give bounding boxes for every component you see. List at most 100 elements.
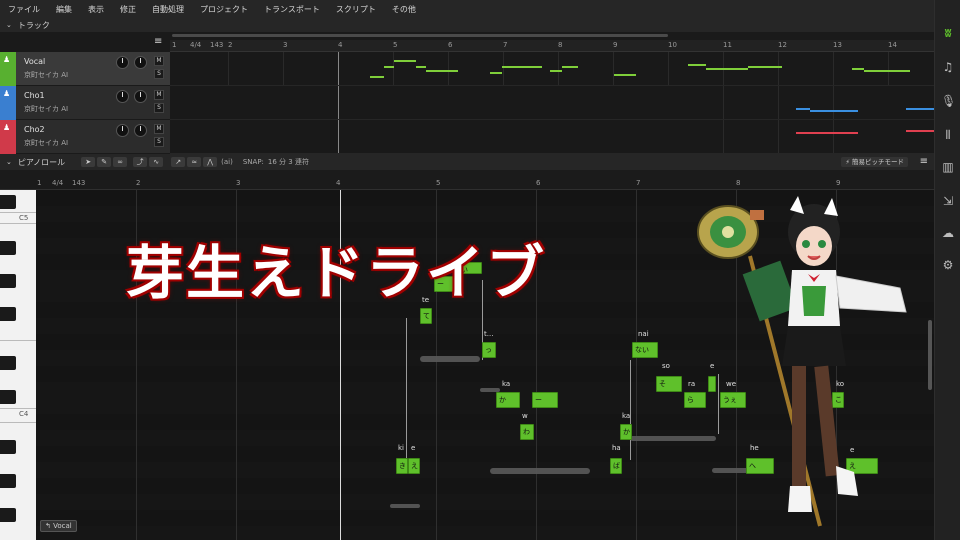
select-tool-icon[interactable]: ➤ — [81, 157, 96, 167]
menu-bar: ファイル 編集 表示 修正 自動処理 プロジェクト トランスポート スクリプト … — [0, 0, 934, 18]
piano-icon[interactable]: ▥ — [941, 160, 955, 174]
note[interactable]: っ — [482, 342, 496, 358]
menu-other[interactable]: その他 — [384, 4, 424, 15]
ruler-mark: 143 — [72, 179, 86, 187]
black-key[interactable] — [0, 274, 16, 288]
black-key[interactable] — [0, 195, 16, 209]
note[interactable]: て — [420, 308, 432, 324]
menu-automation[interactable]: 自動処理 — [144, 4, 192, 15]
track-voice: 京町セイカ AI — [24, 139, 69, 147]
volume-knob[interactable] — [116, 90, 129, 103]
curve-tool-icon[interactable]: ∿ — [149, 157, 164, 167]
pan-knob[interactable] — [134, 124, 147, 137]
note[interactable]: ー — [532, 392, 558, 408]
microphone-icon[interactable]: 🎙 — [941, 94, 956, 108]
track-scrollbar[interactable] — [172, 34, 668, 37]
track-panel: ≡ 1 4/4 143 2 3 4 5 6 7 8 9 10 11 12 13 … — [0, 32, 934, 154]
ruler-mark: 14 — [888, 41, 897, 49]
piano-menu-icon[interactable]: ≡ — [920, 156, 928, 167]
menu-transport[interactable]: トランスポート — [256, 4, 328, 15]
menu-modify[interactable]: 修正 — [112, 4, 144, 15]
menu-edit[interactable]: 編集 — [48, 4, 80, 15]
pitch-mode-button[interactable]: ⚡ 簡易ピッチモード — [841, 157, 908, 167]
snap-select[interactable]: 16 分 3 連符 — [268, 157, 309, 167]
lane-note — [906, 130, 934, 132]
note[interactable]: わ — [520, 424, 534, 440]
ai-label[interactable]: (ai) — [221, 158, 233, 166]
volume-knob[interactable] — [116, 124, 129, 137]
piano-ruler[interactable]: 1 4/4 143 2 3 4 5 6 7 8 9 — [0, 170, 934, 190]
solo-button[interactable]: S — [154, 69, 164, 79]
vibrato-icon[interactable]: ≈ — [187, 157, 202, 167]
pencil-tool-icon[interactable]: ✎ — [97, 157, 112, 167]
volume-knob[interactable] — [116, 56, 129, 69]
track-menu-icon[interactable]: ≡ — [154, 37, 164, 47]
solo-button[interactable]: S — [154, 137, 164, 147]
black-key[interactable] — [0, 307, 16, 321]
ruler-mark: 4/4 — [190, 41, 202, 49]
playhead-line — [338, 120, 339, 153]
note[interactable]: ない — [632, 342, 658, 358]
pitch-tool-icon[interactable]: ⤴ — [133, 157, 148, 167]
pitch-line — [630, 360, 631, 460]
black-key[interactable] — [0, 241, 16, 255]
track-row-cho2[interactable]: ♟ Cho2 京町セイカ AI M S — [0, 120, 170, 154]
vibrato-edit-icon[interactable]: ⋀ — [203, 157, 218, 167]
current-track-tag[interactable]: ↰ Vocal — [40, 520, 77, 532]
note[interactable]: か — [620, 424, 632, 440]
track-ruler[interactable]: 1 4/4 143 2 3 4 5 6 7 8 9 10 11 12 13 14 — [170, 40, 934, 52]
black-key[interactable] — [0, 440, 16, 454]
black-key[interactable] — [0, 508, 16, 522]
note[interactable]: か — [496, 392, 520, 408]
key-separator — [0, 212, 36, 213]
settings-icon[interactable]: ⚙ — [941, 258, 955, 272]
export-icon[interactable]: ⇲ — [941, 194, 955, 208]
pitch-draw-icon[interactable]: ↗ — [171, 157, 186, 167]
key-separator — [0, 223, 36, 224]
phoneme-label: so — [662, 362, 670, 370]
piano-keyboard[interactable]: C5 C4 — [0, 190, 36, 540]
mute-button[interactable]: M — [154, 90, 164, 100]
track-lane-cho1[interactable] — [170, 86, 934, 120]
ruler-mark: 143 — [210, 41, 224, 49]
black-key[interactable] — [0, 356, 16, 370]
lane-note — [426, 70, 458, 72]
note[interactable]: ば — [610, 458, 622, 474]
note[interactable]: え — [408, 458, 420, 474]
phoneme-label: t... — [484, 330, 494, 338]
menu-file[interactable]: ファイル — [0, 4, 48, 15]
lane-note — [796, 132, 858, 134]
track-lane-vocal[interactable] — [170, 52, 934, 86]
mute-button[interactable]: M — [154, 124, 164, 134]
bar-line — [393, 52, 394, 85]
library-icon[interactable]: ⫴ — [941, 128, 955, 142]
piano-roll-title: ピアノロール — [17, 157, 66, 167]
note[interactable]: そ — [656, 376, 682, 392]
ruler-mark: 11 — [723, 41, 732, 49]
menu-script[interactable]: スクリプト — [328, 4, 384, 15]
pan-knob[interactable] — [134, 56, 147, 69]
menu-view[interactable]: 表示 — [80, 4, 112, 15]
ruler-mark: 5 — [393, 41, 398, 49]
key-label-c4: C4 — [19, 410, 29, 418]
black-key[interactable] — [0, 390, 16, 404]
bar-line — [448, 52, 449, 85]
note[interactable]: き — [396, 458, 408, 474]
character-illustration — [697, 196, 907, 527]
solo-button[interactable]: S — [154, 103, 164, 113]
track-lane-cho2[interactable] — [170, 120, 934, 154]
music-note-icon[interactable]: ♫ — [941, 60, 955, 74]
track-row-cho1[interactable]: ♟ Cho1 京町セイカ AI M S — [0, 86, 170, 120]
mute-button[interactable]: M — [154, 56, 164, 66]
black-key[interactable] — [0, 474, 16, 488]
playhead-line — [338, 52, 339, 85]
link-tool-icon[interactable]: ∞ — [113, 157, 128, 167]
ruler-mark: 13 — [833, 41, 842, 49]
bar-line — [613, 52, 614, 85]
ruler-mark: 9 — [613, 41, 618, 49]
track-row-vocal[interactable]: ♟ Vocal 京町セイカ AI M S — [0, 52, 170, 86]
cloud-icon[interactable]: ☁ — [941, 226, 955, 240]
menu-project[interactable]: プロジェクト — [192, 4, 256, 15]
pan-knob[interactable] — [134, 90, 147, 103]
pitch-line — [406, 318, 407, 468]
